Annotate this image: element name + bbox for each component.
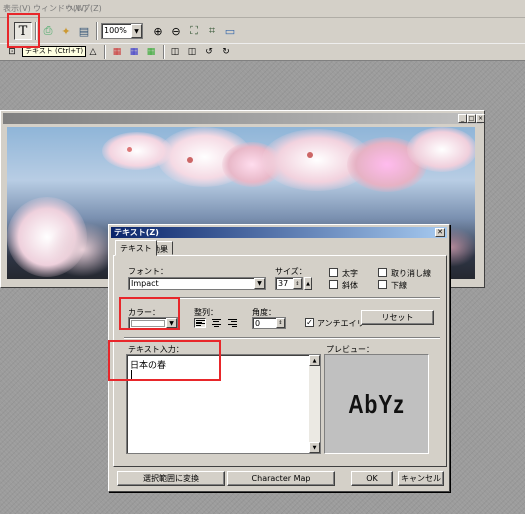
actual-size-icon[interactable]: ⌗ [203, 22, 221, 40]
print-icon[interactable]: ⎙ [39, 22, 57, 40]
highlight-text-tool [7, 13, 40, 48]
zoom-value: 100% [104, 26, 127, 35]
spinner-arrows-icon[interactable]: ⇕ [293, 278, 302, 289]
highlight-color-picker [119, 297, 180, 330]
bold-checkbox[interactable] [329, 268, 338, 277]
spinner-icon[interactable]: ▲ [304, 277, 312, 290]
size-value: 37 [278, 279, 289, 288]
minimize-icon[interactable]: _ [458, 114, 467, 123]
preview-text: AbYz [348, 388, 405, 419]
preview-box: AbYz [324, 354, 429, 454]
chevron-down-icon[interactable]: ▼ [131, 24, 142, 38]
highlight-text-input [108, 340, 221, 381]
underline-label: 下線 [391, 281, 407, 290]
divider [124, 337, 440, 339]
angle-value: 0 [255, 319, 261, 328]
scroll-down-icon[interactable]: ▼ [309, 442, 320, 453]
color-adjust-icon[interactable]: ▦ [127, 45, 141, 59]
align-center-icon[interactable] [210, 318, 222, 328]
font-select[interactable]: Impact ▼ [128, 277, 266, 290]
flip-vertical-icon[interactable]: ◫ [185, 45, 199, 59]
dialog-titlebar: テキスト(Z) ✕ [111, 227, 447, 238]
toolbar-separator [96, 22, 98, 40]
menu-help[interactable]: ヘルプ(Z) [66, 3, 102, 14]
font-label: フォント： [128, 267, 168, 276]
tool-options-bar: ⊡ テキスト (Ctrl+T) △ ▦ ▦ ▦ ◫ ◫ ↺ ↻ [0, 44, 525, 61]
zoom-out-icon[interactable]: ⊖ [167, 22, 185, 40]
convert-selection-button[interactable]: 選択範囲に変換 [117, 471, 225, 486]
color-balance-icon[interactable]: ▦ [144, 45, 158, 59]
close-icon[interactable]: × [476, 114, 485, 123]
align-label: 整列： [194, 308, 218, 317]
strikethrough-label: 取り消し線 [391, 269, 431, 278]
zoom-select[interactable]: 100% ▼ [101, 23, 143, 39]
bold-label: 太字 [342, 269, 358, 278]
rotate-left-icon[interactable]: ↺ [202, 45, 216, 59]
strikethrough-checkbox[interactable] [378, 268, 387, 277]
toolbar-separator [163, 45, 165, 59]
close-icon[interactable]: ✕ [435, 228, 445, 237]
color-palette-icon[interactable]: ▦ [110, 45, 124, 59]
italic-label: 斜体 [342, 281, 358, 290]
character-map-button[interactable]: Character Map [227, 471, 335, 486]
main-toolbar: T ⎙ ✦ ▤ 100% ▼ ⊕ ⊖ ⛶ ⌗ ▭ [0, 18, 525, 44]
rotate-right-icon[interactable]: ↻ [219, 45, 233, 59]
dialog-title: テキスト(Z) [114, 228, 159, 237]
fit-window-icon[interactable]: ⛶ [185, 22, 203, 40]
zoom-in-icon[interactable]: ⊕ [149, 22, 167, 40]
antialias-label: アンチエイリ [317, 319, 365, 328]
image-window-titlebar: _ □ × [3, 113, 485, 124]
shape-icon[interactable]: △ [86, 45, 100, 59]
align-left-icon[interactable] [194, 318, 206, 328]
scroll-up-icon[interactable]: ▲ [309, 355, 320, 366]
cancel-button[interactable]: キャンセル [398, 471, 444, 486]
size-label: サイズ： [275, 267, 307, 276]
angle-spinner[interactable]: 0 ⇕ [252, 317, 286, 329]
menu-bar: 表示(V) ウィンドウ(W) ヘルプ(Z) [0, 0, 525, 18]
reset-button[interactable]: リセット [361, 310, 434, 325]
tab-text[interactable]: テキスト [115, 240, 157, 256]
underline-checkbox[interactable] [378, 280, 387, 289]
toolbar-separator [104, 45, 106, 59]
paste-icon[interactable]: ✦ [57, 22, 75, 40]
monitor-icon[interactable]: ▭ [221, 22, 239, 40]
antialias-checkbox[interactable]: ✓ [305, 318, 314, 327]
flip-horizontal-icon[interactable]: ◫ [168, 45, 182, 59]
textarea-scrollbar[interactable]: ▲ ▼ [309, 355, 320, 453]
align-right-icon[interactable] [226, 318, 238, 328]
window-icon[interactable]: ▤ [75, 22, 93, 40]
font-value: Impact [131, 279, 159, 288]
size-spinner[interactable]: 37 ⇕ [275, 277, 303, 290]
italic-checkbox[interactable] [329, 280, 338, 289]
chevron-down-icon[interactable]: ▼ [254, 278, 265, 289]
maximize-icon[interactable]: □ [467, 114, 476, 123]
spinner-arrows-icon[interactable]: ⇕ [276, 318, 285, 328]
ok-button[interactable]: OK [351, 471, 393, 486]
